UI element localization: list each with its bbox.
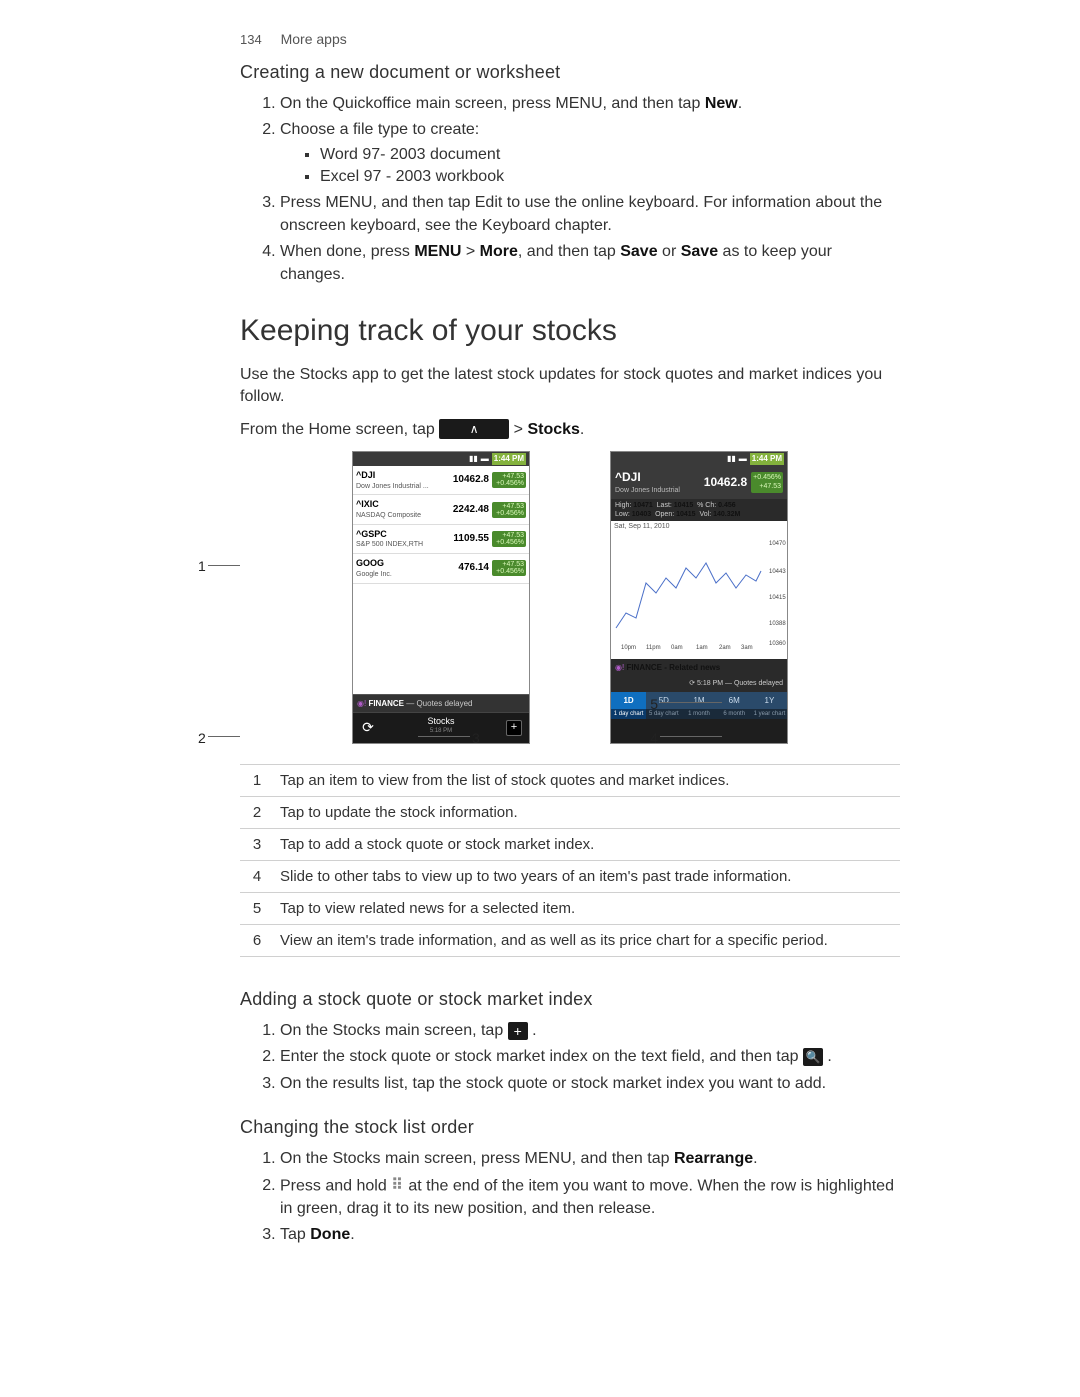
stocks-from: From the Home screen, tap ∧ > Stocks. xyxy=(240,419,900,441)
legend-2: Tap to update the stock information. xyxy=(274,796,900,828)
callout-legend-table: 1Tap an item to view from the list of st… xyxy=(240,764,900,957)
refresh-icon: ⟳ xyxy=(362,718,374,738)
tab-1y[interactable]: 1Y xyxy=(752,692,787,709)
tab-1m[interactable]: 1M xyxy=(681,692,716,709)
heading-stocks: Keeping track of your stocks xyxy=(240,310,900,352)
search-icon: 🔍 xyxy=(803,1048,823,1066)
legend-6: View an item's trade information, and as… xyxy=(274,924,900,956)
file-type-list: Word 97- 2003 document Excel 97 - 2003 w… xyxy=(310,144,900,189)
svg-text:10443: 10443 xyxy=(769,569,786,575)
bottom-title: Stocks 5:18 PM xyxy=(383,713,499,743)
phone-stocks-list: ▮▮ ▬ 1:44 PM ^DJIDow Jones Industrial ..… xyxy=(352,451,530,744)
callout-3: 3 xyxy=(472,729,480,749)
legend-3: Tap to add a stock quote or stock market… xyxy=(274,828,900,860)
stock-row[interactable]: ^DJIDow Jones Industrial ... 10462.8 +47… xyxy=(353,466,529,495)
clock: 1:44 PM xyxy=(750,453,784,464)
drag-handle-icon: ⠿ xyxy=(391,1175,404,1197)
step-1: On the Quickoffice main screen, press ME… xyxy=(280,93,900,115)
status-bar: ▮▮ ▬ 1:44 PM xyxy=(611,452,787,466)
stock-row[interactable]: ^IXICNASDAQ Composite 2242.48 +47.53+0.4… xyxy=(353,495,529,524)
callout-4: 4 xyxy=(650,729,658,749)
stocks-intro: Use the Stocks app to get the latest sto… xyxy=(240,364,900,409)
svg-text:11pm: 11pm xyxy=(646,645,661,651)
price-chart: Sat, Sep 11, 2010 10470 10443 10415 1038… xyxy=(611,521,787,659)
tab-1d[interactable]: 1D xyxy=(611,692,646,709)
svg-text:1am: 1am xyxy=(696,645,708,651)
svg-text:10360: 10360 xyxy=(769,641,786,647)
home-launcher-icon: ∧ xyxy=(439,419,509,439)
quotes-delayed: ⟳ 5:18 PM — Quotes delayed xyxy=(611,676,787,692)
step-1: On the Stocks main screen, press MENU, a… xyxy=(280,1148,900,1170)
empty-area xyxy=(353,584,529,694)
refresh-button[interactable]: ⟳ xyxy=(353,713,383,743)
yahoo-icon: ◉! xyxy=(615,663,626,672)
time-range-sublabels: 1 day chart 5 day chart 1 month 6 month … xyxy=(611,709,787,719)
yahoo-icon: ◉! xyxy=(357,699,368,708)
step-2: Press and hold ⠿ at the end of the item … xyxy=(280,1175,900,1220)
step-1: On the Stocks main screen, tap + . xyxy=(280,1020,900,1042)
chart-svg: 10470 10443 10415 10388 10360 10pm 11pm … xyxy=(611,533,787,651)
bullet-word: Word 97- 2003 document xyxy=(320,144,900,166)
svg-text:10470: 10470 xyxy=(769,541,786,547)
callout-2: 2 xyxy=(198,729,206,749)
time-range-tabs: 1D 5D 1M 6M 1Y xyxy=(611,692,787,709)
detail-header: ^DJI Dow Jones Industrial 10462.8 +0.456… xyxy=(611,466,787,499)
legend-5: Tap to view related news for a selected … xyxy=(274,892,900,924)
changing-order-steps: On the Stocks main screen, press MENU, a… xyxy=(260,1148,900,1246)
battery-icon: ▬ xyxy=(481,453,489,464)
related-news-bar[interactable]: ◉! FINANCE - Related news xyxy=(611,659,787,676)
status-bar: ▮▮ ▬ 1:44 PM xyxy=(353,452,529,466)
legend-4: Slide to other tabs to view up to two ye… xyxy=(274,860,900,892)
legend-1: Tap an item to view from the list of sto… xyxy=(274,764,900,796)
svg-text:2am: 2am xyxy=(719,645,731,651)
phone-stock-detail: ▮▮ ▬ 1:44 PM ^DJI Dow Jones Industrial 1… xyxy=(610,451,788,744)
plus-icon: + xyxy=(508,1022,528,1040)
step-3: On the results list, tap the stock quote… xyxy=(280,1073,900,1095)
page-number: 134 xyxy=(240,32,262,47)
bullet-excel: Excel 97 - 2003 workbook xyxy=(320,166,900,188)
step-2: Choose a file type to create: Word 97- 2… xyxy=(280,119,900,188)
heading-changing-order: Changing the stock list order xyxy=(240,1115,900,1140)
plus-icon: + xyxy=(506,720,522,736)
step-2: Enter the stock quote or stock market in… xyxy=(280,1046,900,1068)
signal-icon: ▮▮ xyxy=(727,453,736,464)
svg-text:3am: 3am xyxy=(741,645,753,651)
svg-text:10415: 10415 xyxy=(769,595,786,601)
svg-text:10388: 10388 xyxy=(769,621,786,627)
step-4: When done, press MENU > More, and then t… xyxy=(280,241,900,286)
callout-5: 5 xyxy=(650,695,658,715)
yahoo-finance-bar[interactable]: ◉! FINANCE — Quotes delayed xyxy=(353,694,529,712)
adding-stock-steps: On the Stocks main screen, tap + . Enter… xyxy=(260,1020,900,1095)
heading-adding-stock: Adding a stock quote or stock market ind… xyxy=(240,987,900,1012)
stats-row: High: 10471 Last: 10415 % Ch: 0.456 Low:… xyxy=(611,499,787,521)
stock-row[interactable]: ^GSPCS&P 500 INDEX,RTH 1109.55 +47.53+0.… xyxy=(353,525,529,554)
stock-row[interactable]: GOOGGoogle Inc. 476.14 +47.53+0.456% xyxy=(353,554,529,583)
page-header: 134 More apps xyxy=(240,30,900,50)
callout-1: 1 xyxy=(198,557,206,577)
tab-6m[interactable]: 6M xyxy=(717,692,752,709)
step-3: Tap Done. xyxy=(280,1224,900,1246)
battery-icon: ▬ xyxy=(739,453,747,464)
heading-creating-doc: Creating a new document or worksheet xyxy=(240,60,900,85)
section-title: More apps xyxy=(281,31,347,47)
add-button[interactable]: + xyxy=(499,713,529,743)
creating-doc-steps: On the Quickoffice main screen, press ME… xyxy=(260,93,900,286)
svg-text:0am: 0am xyxy=(671,645,683,651)
step-3: Press MENU, and then tap Edit to use the… xyxy=(280,192,900,237)
clock: 1:44 PM xyxy=(492,453,526,464)
bottom-bar: ⟳ Stocks 5:18 PM + xyxy=(353,712,529,743)
signal-icon: ▮▮ xyxy=(469,453,478,464)
svg-text:10pm: 10pm xyxy=(621,645,636,651)
phone-screenshots: 1 2 3 4 5 6 ▮▮ ▬ 1:44 PM ^DJIDow Jones I… xyxy=(240,451,900,744)
